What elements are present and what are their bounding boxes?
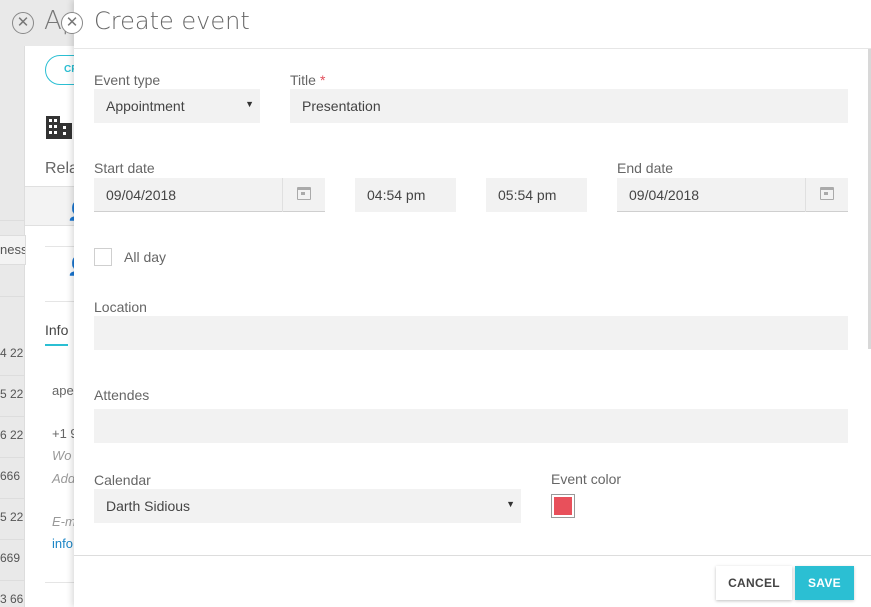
row-divider xyxy=(0,220,24,221)
table-row[interactable]: 666 xyxy=(0,469,24,483)
row-divider xyxy=(0,375,24,376)
row-divider xyxy=(0,539,24,540)
required-mark: * xyxy=(319,72,326,88)
background-info-line: Wo xyxy=(52,448,72,463)
end-time-input[interactable]: 05:54 pm xyxy=(486,178,587,212)
start-time-value: 04:54 pm xyxy=(367,187,426,203)
table-row[interactable]: 5 22 xyxy=(0,510,24,524)
background-filter-input[interactable]: ness xyxy=(0,235,26,265)
start-time-input[interactable]: 04:54 pm xyxy=(355,178,456,212)
color-swatch xyxy=(554,497,572,515)
calendar-icon[interactable] xyxy=(820,187,834,200)
title-input-value: Presentation xyxy=(302,98,381,114)
separator xyxy=(282,178,283,212)
building-icon xyxy=(46,116,72,139)
background-close-icon[interactable]: ✕ xyxy=(12,12,34,34)
background-info-line: E-m xyxy=(52,514,76,529)
table-row[interactable]: 669 xyxy=(0,551,24,565)
create-event-dialog: Create event Event type Appointment ▼ Ti… xyxy=(74,0,871,607)
separator xyxy=(805,178,806,212)
background-info-line: ape xyxy=(52,383,74,398)
table-row[interactable]: 4 22 xyxy=(0,346,24,360)
end-date-label: End date xyxy=(617,160,674,176)
row-divider xyxy=(0,498,24,499)
table-row[interactable]: 6 22 xyxy=(0,428,24,442)
row-divider xyxy=(0,457,24,458)
title-label: Title * xyxy=(290,72,325,88)
background-table-edge: ness 4 22 5 22 6 22 666 5 22 669 3 66 xyxy=(0,185,26,607)
footer-divider xyxy=(74,555,871,556)
dialog-title: Create event xyxy=(94,7,250,35)
table-row[interactable]: 3 66 xyxy=(0,592,24,606)
attendees-label: Attendes xyxy=(94,387,150,403)
location-label: Location xyxy=(94,299,147,315)
start-date-input[interactable]: 09/04/2018 xyxy=(94,178,325,212)
event-type-value: Appointment xyxy=(106,98,185,114)
cancel-button[interactable]: CANCEL xyxy=(716,566,792,600)
background-related-heading: Rela xyxy=(45,160,78,177)
event-type-label: Event type xyxy=(94,72,161,88)
end-date-value: 09/04/2018 xyxy=(629,187,700,203)
background-info-line: Add xyxy=(52,471,76,486)
calendar-icon[interactable] xyxy=(297,187,311,200)
title-label-text: Title xyxy=(290,72,316,88)
row-divider xyxy=(0,580,24,581)
event-type-select[interactable]: Appointment ▼ xyxy=(94,89,260,123)
caret-down-icon: ▼ xyxy=(506,499,515,509)
table-row[interactable]: 5 22 xyxy=(0,387,24,401)
header-divider xyxy=(74,48,871,49)
end-date-input[interactable]: 09/04/2018 xyxy=(617,178,848,212)
save-button[interactable]: SAVE xyxy=(795,566,854,600)
calendar-select[interactable]: Darth Sidious ▼ xyxy=(94,489,521,523)
background-tab-info[interactable]: Info xyxy=(45,322,69,346)
event-color-picker[interactable] xyxy=(551,494,575,518)
attendees-input[interactable] xyxy=(94,409,848,443)
background-info-link[interactable]: info xyxy=(52,536,73,551)
calendar-label: Calendar xyxy=(94,472,151,488)
row-divider xyxy=(0,416,24,417)
event-color-label: Event color xyxy=(551,471,622,487)
caret-down-icon: ▼ xyxy=(245,99,254,109)
title-input[interactable]: Presentation xyxy=(290,89,848,123)
row-divider xyxy=(0,296,24,297)
start-date-value: 09/04/2018 xyxy=(106,187,177,203)
calendar-value: Darth Sidious xyxy=(106,498,191,514)
all-day-label: All day xyxy=(124,249,167,265)
location-input[interactable] xyxy=(94,316,848,350)
all-day-checkbox[interactable] xyxy=(94,248,112,266)
close-icon[interactable]: ✕ xyxy=(61,12,83,34)
start-date-label: Start date xyxy=(94,160,155,176)
end-time-value: 05:54 pm xyxy=(498,187,557,203)
